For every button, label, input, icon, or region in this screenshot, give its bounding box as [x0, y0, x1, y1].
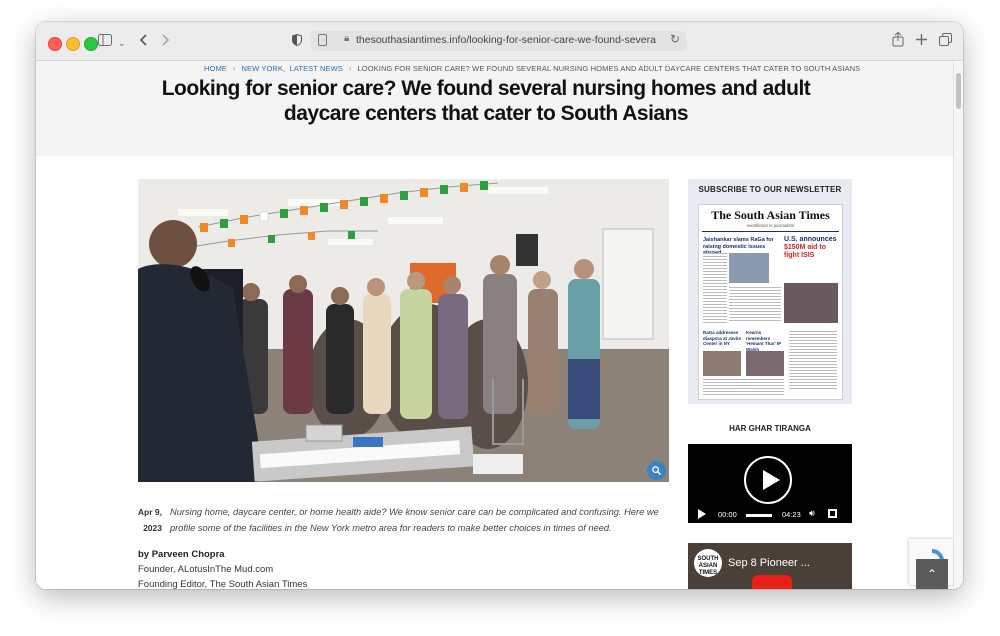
newspaper-text-column [703, 253, 727, 323]
channel-logo: SOUTH ASIAN TIMES [694, 549, 722, 577]
close-window-button[interactable] [48, 37, 62, 51]
image-zoom-button[interactable] [647, 461, 666, 480]
volume-icon[interactable]: 🔊︎ [809, 508, 815, 519]
breadcrumb-home-link[interactable]: HOME [204, 64, 227, 73]
play-button[interactable] [698, 509, 706, 519]
newsletter-widget: SUBSCRIBE TO OUR NEWSLETTER The South As… [688, 179, 852, 404]
browser-window: ⌄ 🔒︎ thesouthasiantimes.info/looking-for… [36, 22, 963, 589]
newspaper-photo-3 [703, 351, 741, 376]
newspaper-photo-1 [729, 253, 769, 283]
article-excerpt: Nursing home, daycare center, or home he… [170, 507, 659, 533]
page-icon [318, 34, 327, 46]
author-byline: by Parveen Chopra Founder, ALotusInThe M… [138, 547, 307, 589]
breadcrumb-separator: › [348, 64, 352, 73]
article-date-day: Apr 9, [137, 507, 162, 517]
newspaper-photo-4 [746, 351, 784, 376]
play-icon [763, 470, 780, 490]
scrollbar-thumb[interactable] [956, 73, 961, 109]
author-role-editor: Founding Editor, The South Asian Times [138, 579, 308, 589]
sidebar-toggle-icon[interactable] [98, 34, 112, 46]
newspaper-headline-2: U.S. announces $150M aid to fight ISIS [784, 236, 839, 260]
video-player[interactable]: 00:00 04:23 🔊︎ [688, 444, 852, 523]
newspaper-headline-2-a: U.S. announces [784, 236, 837, 243]
newspaper-headline-2-b: $150M aid to fight ISIS [784, 244, 827, 259]
article-hero-image[interactable] [138, 179, 669, 482]
url-text: thesouthasiantimes.info/looking-for-seni… [356, 34, 656, 46]
youtube-play-icon[interactable] [752, 575, 792, 589]
page-scrollbar[interactable] [953, 61, 963, 589]
author-role-founder: Founder, ALotusInThe Mud.com [138, 564, 274, 575]
page-title: Looking for senior care? We found severa… [161, 77, 811, 125]
lock-icon: 🔒︎ [344, 33, 350, 44]
breadcrumb-separator: › [232, 64, 236, 73]
newspaper-masthead: The South Asian Times [711, 208, 830, 222]
chevron-up-icon: ⌃ [926, 567, 938, 581]
share-icon[interactable] [892, 32, 904, 47]
youtube-embed[interactable]: SOUTH ASIAN TIMES Sep 8 Pioneer ... [688, 543, 852, 589]
hero-photo [138, 179, 669, 482]
back-to-top-button[interactable]: ⌃ [916, 559, 948, 589]
newspaper-text-column [789, 331, 837, 391]
newsletter-title: SUBSCRIBE TO OUR NEWSLETTER [698, 185, 842, 194]
newspaper-headline-3: RaGa addresses diaspora at Javits Center… [703, 330, 742, 346]
privacy-shield-icon[interactable] [292, 34, 302, 46]
newspaper-text-column [703, 379, 784, 395]
breadcrumb-current: LOOKING FOR SENIOR CARE? WE FOUND SEVERA… [357, 64, 861, 73]
article-header: HOME › NEW YORK, LATEST NEWS › LOOKING FOR S… [36, 61, 954, 156]
har-ghar-tiranga-title: HAR GHAR TIRANGA [729, 424, 811, 433]
address-bar[interactable]: 🔒︎ thesouthasiantimes.info/looking-for-s… [311, 31, 687, 51]
video-progress-bar[interactable] [746, 514, 772, 517]
newspaper-photo-2 [784, 283, 838, 323]
page-viewport: HOME › NEW YORK, LATEST NEWS › LOOKING FOR S… [36, 61, 963, 589]
reload-icon[interactable]: ↻ [670, 32, 680, 46]
forward-icon[interactable] [162, 34, 170, 46]
video-duration: 04:23 [782, 510, 801, 519]
breadcrumb: HOME › NEW YORK, LATEST NEWS › LOOKING FOR S… [204, 64, 860, 73]
newspaper-rule [702, 231, 839, 232]
fullscreen-icon[interactable] [828, 509, 837, 518]
fullscreen-window-button[interactable] [84, 37, 98, 51]
new-tab-icon[interactable] [916, 34, 927, 45]
author-name: by Parveen Chopra [138, 549, 225, 560]
chevron-down-icon[interactable]: ⌄ [118, 33, 126, 53]
video-controls: 00:00 04:23 🔊︎ [688, 507, 852, 523]
newspaper-headline-4: Kearns remembers 'Hemant Thar' IP Walsh [746, 330, 782, 352]
article-date-year: 2023 [143, 523, 162, 533]
breadcrumb-latest-news-link[interactable]: LATEST NEWS [290, 64, 343, 73]
breadcrumb-new-york-link[interactable]: NEW YORK, [242, 64, 286, 73]
newspaper-cover-image[interactable]: The South Asian Times excellence in jour… [699, 205, 842, 399]
minimize-window-button[interactable] [66, 37, 80, 51]
newspaper-tagline: excellence in journalism [746, 223, 795, 228]
newspaper-text-column [729, 287, 781, 323]
back-icon[interactable] [139, 34, 147, 46]
browser-toolbar: ⌄ 🔒︎ thesouthasiantimes.info/looking-for… [36, 22, 963, 61]
video-current-time: 00:00 [718, 510, 737, 519]
article-date: Apr 9, 2023 [136, 504, 162, 536]
tab-overview-icon[interactable] [939, 33, 952, 46]
youtube-video-title[interactable]: Sep 8 Pioneer ... [728, 557, 810, 569]
search-icon [652, 466, 661, 475]
